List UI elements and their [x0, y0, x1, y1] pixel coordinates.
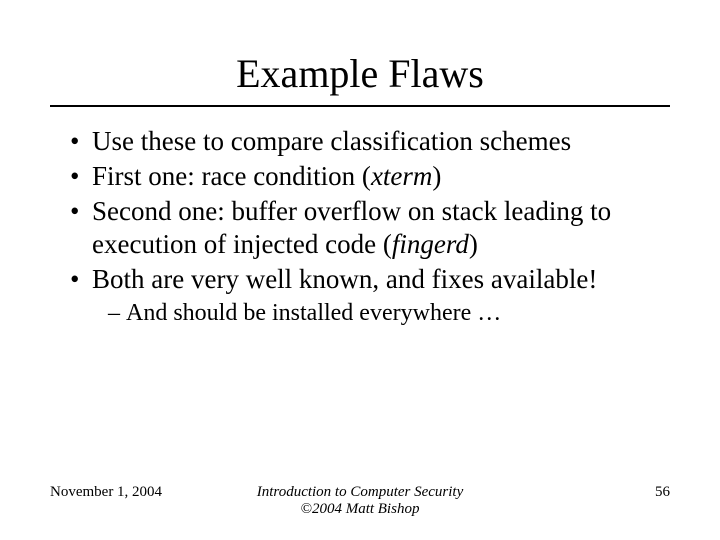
slide: Example Flaws Use these to compare class…	[0, 0, 720, 540]
sub-bullet-item: And should be installed everywhere …	[108, 300, 670, 327]
bullet-item: First one: race condition (xterm)	[70, 160, 670, 193]
bullet-item: Use these to compare classification sche…	[70, 125, 670, 158]
footer-date: November 1, 2004	[50, 484, 200, 501]
bullet-text: Both are very well known, and fixes avai…	[92, 264, 597, 294]
bullet-text: )	[432, 161, 441, 191]
sub-bullet-list: And should be installed everywhere …	[50, 300, 670, 327]
bullet-text-italic: fingerd	[392, 229, 469, 259]
bullet-item: Second one: buffer overflow on stack lea…	[70, 195, 670, 261]
footer-center: Introduction to Computer Security ©2004 …	[200, 484, 520, 518]
bullet-list: Use these to compare classification sche…	[50, 125, 670, 296]
footer-page-number: 56	[520, 484, 670, 501]
footer-title-line: Introduction to Computer Security	[257, 484, 464, 500]
bullet-text: )	[469, 229, 478, 259]
slide-footer: November 1, 2004 Introduction to Compute…	[50, 484, 670, 518]
footer-copyright-line: ©2004 Matt Bishop	[301, 501, 420, 517]
bullet-text: First one: race condition (	[92, 161, 371, 191]
sub-bullet-text: And should be installed everywhere …	[126, 300, 501, 326]
bullet-item: Both are very well known, and fixes avai…	[70, 263, 670, 296]
title-divider	[50, 105, 670, 107]
bullet-text: Second one: buffer overflow on stack lea…	[92, 196, 611, 259]
bullet-text-italic: xterm	[371, 161, 432, 191]
slide-title: Example Flaws	[50, 50, 670, 97]
bullet-text: Use these to compare classification sche…	[92, 126, 571, 156]
